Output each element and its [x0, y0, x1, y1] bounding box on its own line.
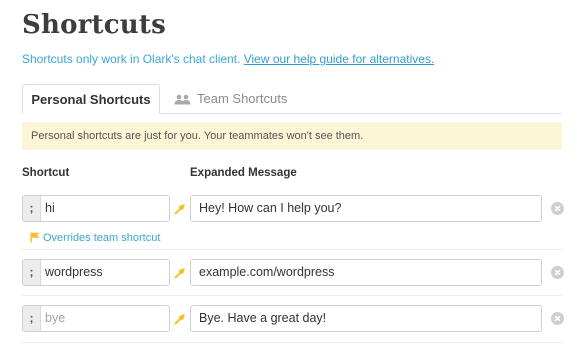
- tab-bar: Personal Shortcuts Team Shortcuts: [22, 84, 562, 114]
- shortcut-field[interactable]: ; hi: [22, 195, 170, 222]
- column-header-shortcut: Shortcut: [22, 167, 70, 179]
- shortcut-prefix: ;: [23, 196, 41, 221]
- arrow-icon: [174, 202, 186, 220]
- shortcut-input[interactable]: wordpress: [45, 260, 165, 285]
- shortcut-row: ; wordpress example.com/wordpress: [22, 259, 564, 286]
- tab-label: Personal Shortcuts: [31, 92, 151, 107]
- tab-team-shortcuts[interactable]: Team Shortcuts: [174, 84, 287, 113]
- override-notice: Overrides team shortcut: [30, 232, 160, 246]
- page-subtitle: Shortcuts only work in Olark's chat clie…: [22, 52, 434, 66]
- shortcut-row: ; hi Hey! How can I help you? Overrides …: [22, 195, 564, 247]
- shortcut-field[interactable]: ; bye: [22, 305, 170, 332]
- expanded-message-input[interactable]: Hey! How can I help you?: [190, 195, 542, 222]
- row-divider: [22, 249, 562, 250]
- tab-personal-shortcuts[interactable]: Personal Shortcuts: [22, 84, 160, 114]
- arrow-icon: [174, 266, 186, 284]
- page-title: Shortcuts: [22, 10, 166, 40]
- info-notice: Personal shortcuts are just for you. You…: [22, 122, 562, 150]
- help-guide-link[interactable]: View our help guide for alternatives.: [244, 52, 435, 66]
- remove-shortcut-button[interactable]: [551, 202, 564, 215]
- remove-shortcut-button[interactable]: [551, 312, 564, 325]
- row-divider: [22, 342, 562, 343]
- close-icon: [554, 315, 561, 322]
- row-divider: [22, 295, 562, 296]
- column-header-expanded-message: Expanded Message: [190, 167, 297, 179]
- flag-icon: [30, 232, 40, 246]
- close-icon: [554, 205, 561, 212]
- arrow-icon: [174, 312, 186, 330]
- close-icon: [554, 269, 561, 276]
- shortcut-prefix: ;: [23, 306, 41, 331]
- shortcut-field[interactable]: ; wordpress: [22, 259, 170, 286]
- expanded-message-input[interactable]: example.com/wordpress: [190, 259, 542, 286]
- shortcut-input[interactable]: hi: [45, 196, 165, 221]
- override-text: Overrides team shortcut: [43, 232, 161, 244]
- shortcut-prefix: ;: [23, 260, 41, 285]
- shortcut-input[interactable]: bye: [45, 306, 165, 331]
- subtitle-text: Shortcuts only work in Olark's chat clie…: [22, 52, 241, 66]
- team-icon: [174, 86, 192, 115]
- new-shortcut-row: ; bye Bye. Have a great day!: [22, 305, 564, 332]
- tab-label: Team Shortcuts: [197, 91, 288, 106]
- expanded-message-input[interactable]: Bye. Have a great day!: [190, 305, 542, 332]
- remove-shortcut-button[interactable]: [551, 266, 564, 279]
